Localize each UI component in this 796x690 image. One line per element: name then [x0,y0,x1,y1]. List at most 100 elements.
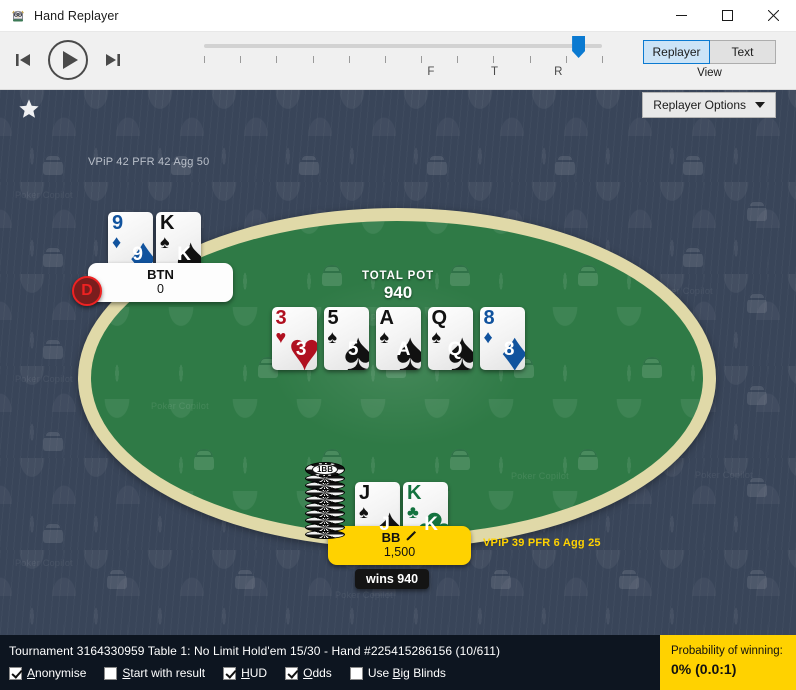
slider-tick [421,56,423,63]
window-controls [658,0,796,32]
slider-tick [529,56,531,63]
owl-motif-icon [616,564,642,590]
player-stack-btn: 0 [157,282,164,296]
slider-ticks [204,56,603,63]
play-icon[interactable] [42,34,94,86]
card-rank-large: 5 [347,339,359,360]
bet-amount-label: 1BB [312,464,338,475]
checkbox-box[interactable] [349,666,363,680]
checkbox-label: Odds [303,666,332,680]
checkbox-odds[interactable]: Odds [285,666,332,680]
checkbox-use-big-blinds[interactable]: Use Big Blinds [349,666,446,680]
tab-replayer[interactable]: Replayer [643,40,710,64]
slider-thumb[interactable] [572,36,586,58]
skip-to-start-icon[interactable] [8,45,38,75]
nameplate-btn[interactable]: BTN 0 [88,263,233,302]
card-suit-small: ♦ [112,232,122,252]
community-cards: 3 ♥ ♥ 3 5 ♠ ♠ 5 A ♠ ♠ A Q ♠ ♠ Q 8 ♦ ♦ 8 [0,307,796,370]
seat-btn: VPiP 42 PFR 42 Agg 50 9 ♦ ♦ 9 K ♠ ♠ K BTN 0 D [72,156,233,306]
bet-chip-stack: 1BB [305,462,345,540]
card-rank: 5 [327,307,339,329]
card-rank: A [379,307,394,329]
card-suit-small: ♥ [275,327,287,347]
slider-tick [384,56,386,63]
card-rank-large: 9 [132,244,143,265]
card-q-spades: Q ♠ ♠ Q [427,307,473,370]
card-suit-small: ♠ [379,327,390,347]
transport-controls [8,34,128,86]
hand-info-text: Tournament 3164330959 Table 1: No Limit … [9,644,501,658]
card-suit-small: ♠ [431,327,442,347]
owl-motif-icon [319,261,345,287]
card-rank: 8 [483,307,495,329]
owl-motif-icon [191,445,217,471]
minimize-button[interactable] [658,0,704,32]
card-rank: Q [431,307,448,329]
replayer-options-button[interactable]: Replayer Options [642,92,776,118]
tab-text[interactable]: Text [709,40,776,64]
owl-motif-icon [447,445,473,471]
card-a-spades: A ♠ ♠ A [375,307,421,370]
star-icon[interactable] [18,98,40,125]
slider-tick [240,56,242,63]
card-suit-small: ♠ [327,327,338,347]
card-rank-large: 8 [503,339,515,360]
close-button[interactable] [750,0,796,32]
street-marker-r: R [554,66,563,78]
player-name-bb: BB [340,530,459,545]
card-rank-large: K [424,514,438,535]
card-rank: 9 [112,212,124,234]
checkbox-box[interactable] [223,666,237,680]
slider-tick [602,56,603,63]
owl-motif-icon [40,518,66,544]
watermark-text: Poker Copilot [511,471,569,481]
nameplate-bb[interactable]: BB 1,500 [328,526,471,565]
checkbox-label: Use Big Blinds [367,666,446,680]
checkbox-anonymise[interactable]: Anonymise [9,666,86,680]
probability-value: 0% (0.0:1) [671,661,737,677]
wins-badge: wins 940 [355,569,430,589]
owl-motif-icon [232,564,258,590]
owl-motif-icon [40,242,66,268]
checkbox-box[interactable] [104,666,118,680]
card-rank: K [160,212,175,234]
checkbox-box[interactable] [9,666,22,680]
owl-motif-icon [40,426,66,452]
playback-toolbar: F T R Replayer Text View [0,32,796,90]
street-markers: FTR [204,66,602,82]
slider-track [204,44,602,48]
hud-stats-btn: VPiP 42 PFR 42 Agg 50 [88,156,210,168]
owl-motif-icon [296,150,322,176]
replayer-options-label: Replayer Options [653,98,746,112]
maximize-button[interactable] [704,0,750,32]
hud-stats-bb: VPiP 39 PFR 6 Agg 25 [483,537,601,549]
watermark-text: Poker Copilot [15,558,73,568]
watermark-text: Poker Copilot [15,190,73,200]
street-marker-t: T [491,66,499,78]
skip-to-end-icon[interactable] [98,45,128,75]
timeline-slider[interactable]: FTR [200,36,620,86]
owl-motif-icon [424,150,450,176]
checkbox-start-with-result[interactable]: Start with result [104,666,205,680]
chevron-down-icon [755,102,765,108]
checkbox-box[interactable] [285,666,299,680]
owl-motif-icon [488,564,514,590]
card-rank-large: J [379,514,390,535]
poker-table-area: Poker Copilot Poker Copilot Poker Copilot P… [0,90,796,635]
slider-tick [493,56,495,63]
view-label: View [697,67,722,79]
pencil-icon[interactable] [405,530,417,545]
watermark-text: Poker Copilot [151,401,209,411]
slider-tick [276,56,278,63]
card-suit-small: ♠ [160,232,170,252]
watermark-text: Poker Copilot [695,470,753,480]
owl-motif-icon [447,261,473,287]
checkbox-hud[interactable]: HUD [223,666,267,680]
owl-motif-icon [40,150,66,176]
slider-tick [457,56,459,63]
owl-app-icon [10,8,26,24]
slider-tick [348,56,350,63]
card-rank-large: 3 [295,339,307,360]
watermark-text: Poker Copilot [335,590,393,600]
card-rank: 3 [275,307,287,329]
